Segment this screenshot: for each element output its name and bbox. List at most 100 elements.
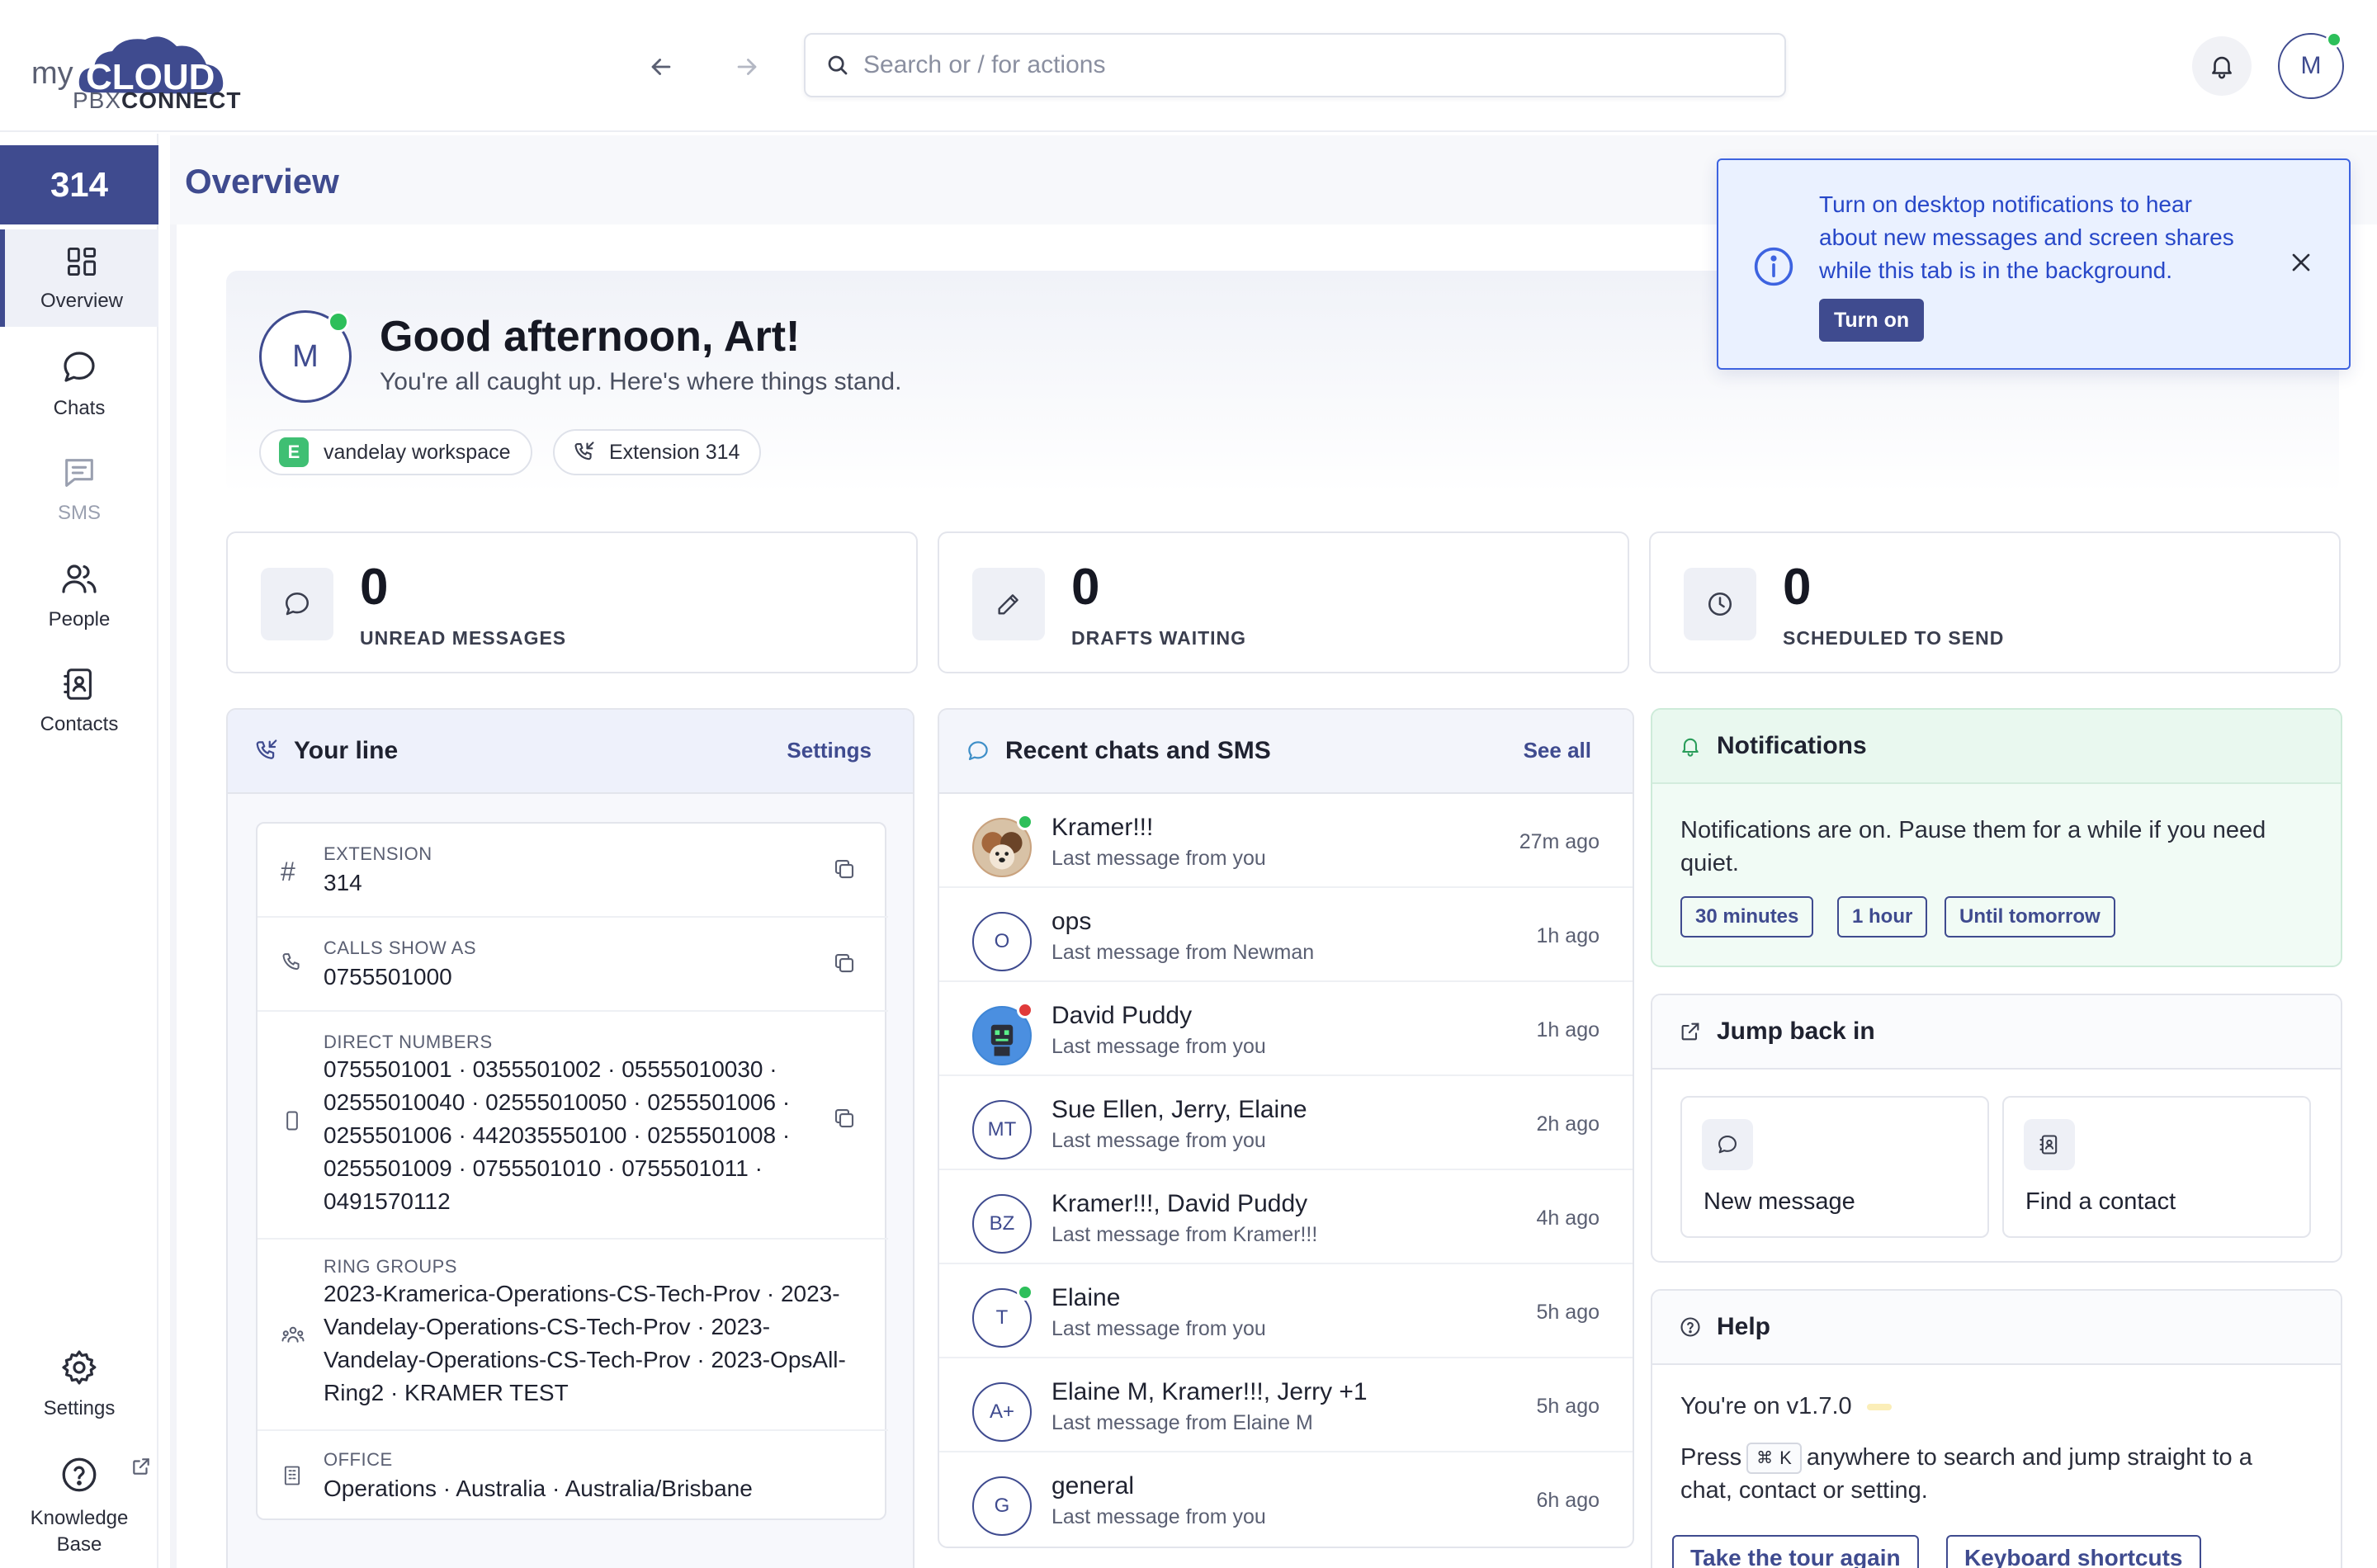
pencil-icon xyxy=(998,594,1018,615)
take-tour-button[interactable]: Take the tour again xyxy=(1672,1535,1919,1568)
greeting-subtitle: You're all caught up. Here's where thing… xyxy=(380,368,902,395)
direct-numbers-list: 0755501001 · 0355501002 · 05555010030 · … xyxy=(324,1053,852,1218)
chat-row[interactable]: David Puddy Last message from you 1h ago xyxy=(939,982,1633,1076)
workspace-chip[interactable]: E vandelay workspace xyxy=(259,429,532,475)
keyboard-shortcuts-button[interactable]: Keyboard shortcuts xyxy=(1946,1535,2201,1568)
copy-icon[interactable] xyxy=(832,1106,857,1131)
chat-time: 1h ago xyxy=(1536,1018,1600,1041)
pause-1-hour-button[interactable]: 1 hour xyxy=(1837,896,1928,937)
new-message-tile[interactable]: New message xyxy=(1680,1096,1989,1238)
chat-row[interactable]: BZ Kramer!!!, David Puddy Last message f… xyxy=(939,1170,1633,1264)
close-icon[interactable] xyxy=(2286,248,2316,277)
sidebar-item-people[interactable]: People xyxy=(0,546,158,644)
chat-row[interactable]: O ops Last message from Newman 1h ago xyxy=(939,888,1633,982)
chat-last-message: Last message from you xyxy=(1051,1129,1266,1152)
chat-row[interactable]: T Elaine Last message from you 5h ago xyxy=(939,1264,1633,1358)
stat-card-scheduled[interactable]: 0 SCHEDULED TO SEND xyxy=(1649,531,2341,673)
jump-back-in-header: Jump back in xyxy=(1652,995,2341,1070)
mycloud-logo[interactable]: my CLOUD PBXCONNECT xyxy=(31,18,246,116)
sidebar-item-label: SMS xyxy=(57,502,101,524)
stat-label: UNREAD MESSAGES xyxy=(360,627,567,649)
workspace-initial: E xyxy=(279,437,309,467)
notifications-button[interactable] xyxy=(2192,36,2252,96)
extension-badge[interactable]: 314 xyxy=(0,145,158,224)
press-rest-text: anywhere to search and jump straight to … xyxy=(1806,1444,2252,1471)
toast-message: Turn on desktop notifications to hear ab… xyxy=(1819,188,2281,287)
phone-incoming-icon xyxy=(256,739,277,759)
user-avatar-button[interactable]: M xyxy=(2278,31,2344,99)
chat-last-message: Last message from Elaine M xyxy=(1051,1411,1313,1434)
chat-time: 27m ago xyxy=(1519,830,1600,853)
chat-avatar: G xyxy=(972,1476,1032,1536)
k-key: K xyxy=(1779,1448,1792,1469)
tile-label: New message xyxy=(1704,1188,1855,1215)
help-circle-icon xyxy=(1680,1317,1700,1337)
your-line-header: Your line Settings xyxy=(228,710,913,794)
chat-row[interactable]: A+ Elaine M, Kramer!!!, Jerry +1 Last me… xyxy=(939,1358,1633,1452)
extension-chip-label: Extension 314 xyxy=(609,440,740,464)
ring-groups-line: Vandelay-Operations-CS-Tech-Prov · 2023- xyxy=(324,1314,771,1339)
sms-icon xyxy=(65,459,93,487)
online-status-dot xyxy=(1017,814,1033,830)
chat-time: 1h ago xyxy=(1536,924,1600,947)
sidebar-item-overview[interactable]: Overview xyxy=(0,229,158,327)
see-all-link[interactable]: See all xyxy=(1524,738,1591,763)
logo-my: my xyxy=(31,56,73,91)
pause-30-minutes-button[interactable]: 30 minutes xyxy=(1680,896,1814,937)
help-circle-icon xyxy=(62,1457,97,1492)
your-line-title: Your line xyxy=(294,737,399,764)
back-button[interactable] xyxy=(639,45,683,89)
stat-card-drafts[interactable]: 0 DRAFTS WAITING xyxy=(938,531,1629,673)
sidebar-item-label: Contacts xyxy=(40,713,119,735)
chat-row[interactable]: MT Sue Ellen, Jerry, Elaine Last message… xyxy=(939,1076,1633,1170)
sidebar-item-settings[interactable]: Settings xyxy=(0,1335,158,1433)
press-text: Press xyxy=(1680,1444,1742,1471)
find-contact-tile[interactable]: Find a contact xyxy=(2002,1096,2311,1238)
stat-value: 0 xyxy=(360,559,389,616)
sidebar-item-sms[interactable]: SMS xyxy=(0,441,158,538)
search-input[interactable] xyxy=(863,51,1730,79)
chat-row[interactable]: Kramer!!! Last message from you 27m ago xyxy=(939,794,1633,888)
phone-icon xyxy=(282,953,300,971)
stat-value: 0 xyxy=(1783,559,1812,616)
overview-canvas: M Good afternoon, Art! You're all caught… xyxy=(177,224,2377,1568)
stat-icon-box xyxy=(1684,568,1756,640)
chat-time: 5h ago xyxy=(1536,1301,1600,1324)
extension-chip[interactable]: Extension 314 xyxy=(553,429,762,475)
clock-icon xyxy=(1708,592,1732,616)
chat-last-message: Last message from you xyxy=(1051,1505,1266,1528)
ring-groups-line: Vandelay-Operations-CS-Tech-Prov · 2023-… xyxy=(324,1347,846,1372)
search-bar[interactable] xyxy=(804,33,1786,97)
notifications-panel: Notifications Notifications are on. Paus… xyxy=(1651,708,2342,967)
notifications-text-line: quiet. xyxy=(1680,850,1739,876)
help-header: Help xyxy=(1652,1291,2341,1365)
line-row-ring-groups: RING GROUPS 2023-Kramerica-Operations-CS… xyxy=(258,1240,888,1431)
sidebar-item-contacts[interactable]: Contacts xyxy=(0,652,158,749)
chat-row[interactable]: G general Last message from you 6h ago xyxy=(939,1452,1633,1547)
chat-avatar: A+ xyxy=(972,1382,1032,1442)
turn-on-notifications-button[interactable]: Turn on xyxy=(1819,299,1925,342)
copy-icon[interactable] xyxy=(832,951,857,975)
version-text: You're on v1.7.0 xyxy=(1680,1393,1852,1419)
sidebar-item-chats[interactable]: Chats xyxy=(0,335,158,432)
chat-time: 5h ago xyxy=(1536,1395,1600,1418)
forward-button[interactable] xyxy=(725,45,769,89)
copy-icon[interactable] xyxy=(832,857,857,881)
sidebar-item-label: Chats xyxy=(53,397,106,419)
pause-until-tomorrow-button[interactable]: Until tomorrow xyxy=(1945,896,2115,937)
sidebar-item-knowledge-base[interactable]: Knowledge Base xyxy=(0,1444,158,1568)
hash-icon: # xyxy=(281,857,295,886)
chat-name: Kramer!!! xyxy=(1051,814,1154,841)
ring-groups-list: 2023-Kramerica-Operations-CS-Tech-Prov ·… xyxy=(324,1278,852,1410)
phone-incoming-icon xyxy=(574,442,594,460)
tile-label: Find a contact xyxy=(2025,1188,2176,1215)
toast-message-line: Turn on desktop notifications to hear xyxy=(1819,191,2192,217)
arrow-left-icon xyxy=(651,59,671,75)
mobile-icon xyxy=(286,1111,298,1131)
chat-last-message: Last message from you xyxy=(1051,1035,1266,1058)
stat-label: DRAFTS WAITING xyxy=(1071,627,1247,649)
workspace-name: vandelay workspace xyxy=(324,440,511,464)
stat-card-unread[interactable]: 0 UNREAD MESSAGES xyxy=(226,531,918,673)
your-line-settings-link[interactable]: Settings xyxy=(787,738,872,763)
chat-name: general xyxy=(1051,1472,1135,1500)
